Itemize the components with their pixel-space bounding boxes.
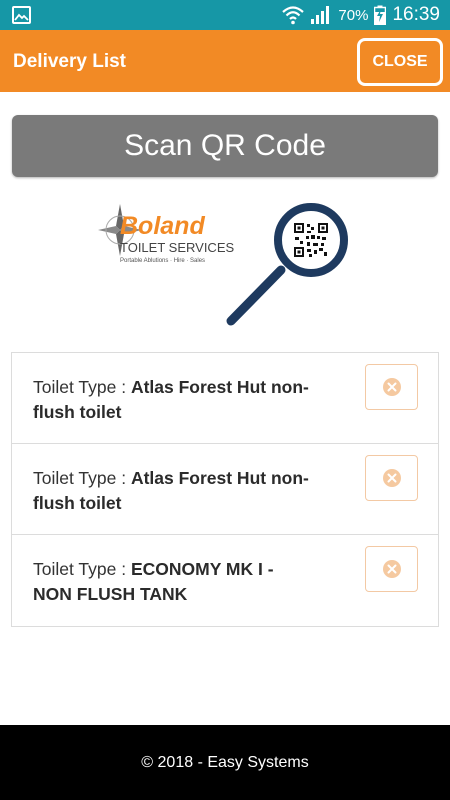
footer: © 2018 - Easy Systems (0, 725, 450, 800)
item-text: Toilet Type : Atlas Forest Hut non-flush… (33, 466, 343, 516)
item-text: Toilet Type : ECONOMY MK I - NON FLUSH TA… (33, 557, 343, 607)
company-logo: Boland TOILET SERVICES Portable Ablution… (98, 198, 358, 333)
status-bar: 70% 16:39 (0, 0, 450, 30)
list-item: Toilet Type : Atlas Forest Hut non-flush… (12, 444, 438, 535)
close-button[interactable]: CLOSE (357, 38, 443, 86)
item-label: Toilet Type : (33, 468, 131, 488)
item-value: Atlas Forest Hut non- (130, 377, 309, 397)
remove-item-button[interactable] (365, 546, 418, 592)
signal-icon (311, 6, 330, 24)
item-value-cont: flush toilet (33, 493, 122, 513)
clock: 16:39 (392, 4, 440, 25)
item-value: ECONOMY MK I - (130, 559, 274, 579)
item-value-cont: NON FLUSH TANK (33, 584, 188, 604)
remove-icon (382, 560, 401, 578)
item-value: Atlas Forest Hut non- (130, 468, 309, 488)
scan-qr-button[interactable]: Scan QR Code (12, 115, 438, 177)
remove-item-button[interactable] (365, 455, 418, 501)
gallery-icon (12, 6, 31, 24)
item-value-cont: flush toilet (33, 402, 122, 422)
remove-icon (382, 378, 401, 396)
wifi-icon (282, 6, 305, 25)
remove-icon (382, 469, 401, 487)
list-item: Toilet Type : ECONOMY MK I - NON FLUSH TA… (12, 535, 438, 626)
item-text: Toilet Type : Atlas Forest Hut non-flush… (33, 375, 343, 425)
magnifier-qr-icon (226, 203, 348, 326)
item-label: Toilet Type : (33, 377, 131, 397)
delivery-list: Toilet Type : Atlas Forest Hut non-flush… (11, 352, 439, 627)
remove-item-button[interactable] (365, 364, 418, 410)
svg-text:TOILET SERVICES: TOILET SERVICES (120, 240, 234, 255)
battery-percentage: 70% (338, 6, 369, 24)
battery-charging-icon (374, 5, 387, 25)
list-item: Toilet Type : Atlas Forest Hut non-flush… (12, 353, 438, 444)
svg-text:Boland: Boland (120, 212, 205, 240)
page-title: Delivery List (13, 51, 126, 72)
item-label: Toilet Type : (33, 559, 131, 579)
app-bar: Delivery List CLOSE (0, 30, 450, 92)
svg-text:Portable Ablutions · Hire · Sa: Portable Ablutions · Hire · Sales (120, 258, 205, 264)
